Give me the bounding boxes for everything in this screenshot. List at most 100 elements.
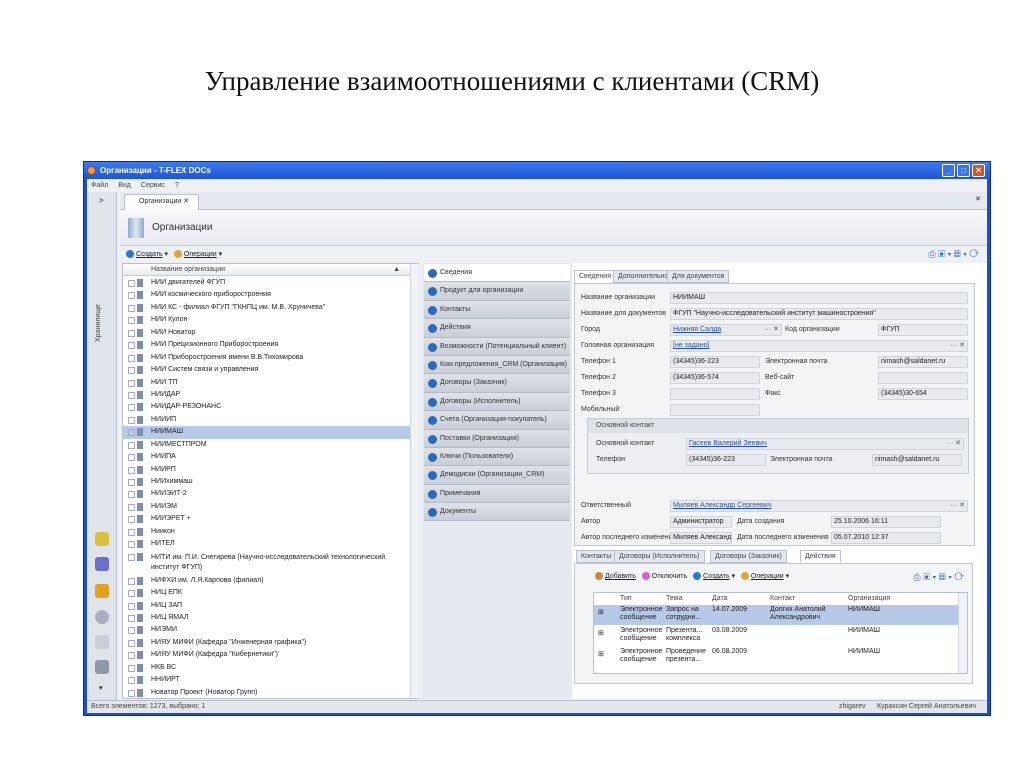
create-action-button[interactable]: Создать: [703, 573, 730, 580]
list-item[interactable]: НИИМЕСТПРОМ: [123, 439, 410, 451]
clear-city-icon[interactable]: ··· ✕: [764, 325, 779, 335]
list-scrollbar[interactable]: [410, 264, 419, 698]
nav-item[interactable]: Счета (Организация-покупатель): [424, 411, 570, 430]
cube-icon[interactable]: [95, 557, 109, 571]
maximize-button[interactable]: □: [957, 164, 970, 177]
gears-icon[interactable]: [95, 610, 109, 624]
parent-field[interactable]: [не задано] ··· ✕: [670, 340, 968, 352]
more-button[interactable]: ▾: [99, 684, 103, 692]
list-item[interactable]: НИИ космического приборостроения: [123, 289, 410, 301]
list-item[interactable]: НИИ Кулон: [123, 314, 410, 326]
grid-row[interactable]: ⊞ Электронное сообщение Проведение презент…: [594, 647, 959, 667]
close-tab-icon[interactable]: ✕: [183, 198, 189, 205]
operations-button[interactable]: Операции: [184, 251, 217, 258]
clear-parent-icon[interactable]: ··· ✕: [950, 341, 965, 351]
list-item[interactable]: НИИПА: [123, 451, 410, 463]
tools-icon[interactable]: [95, 660, 109, 674]
list-item[interactable]: НИИДАР-РЕЗОНАНС: [123, 401, 410, 413]
responsible-field[interactable]: Миляев Александр Сергеевич ··· ✕: [670, 500, 968, 512]
list-item[interactable]: НИИ Приборостроения имени В.В.Тихомирова: [123, 352, 410, 364]
message-icon[interactable]: ⊞: [598, 630, 604, 638]
column-header-name[interactable]: Название организации ▲: [123, 264, 410, 276]
message-icon[interactable]: ⊞: [598, 609, 604, 617]
list-item[interactable]: НИИ Прецизионного Приборостроения: [123, 339, 410, 351]
city-field[interactable]: Нижняя Салда ··· ✕: [670, 324, 782, 336]
clear-contact-icon[interactable]: ··· ✕: [946, 439, 961, 449]
menu-help[interactable]: ?: [175, 182, 179, 189]
list-item[interactable]: НИИ КС - филиал ФГУП "ГКНПЦ им. М.В. Хру…: [123, 302, 410, 314]
list-item[interactable]: НИИМАШ: [123, 426, 410, 439]
phone1-field[interactable]: (34345)36-223: [670, 356, 760, 368]
grid-row[interactable]: ⊞ Электронное сообщение Запрос на сотрудни…: [594, 605, 959, 625]
tab-contracts-executor[interactable]: Договоры (Исполнитель): [614, 550, 705, 563]
list-item[interactable]: НИИ ТП: [123, 377, 410, 389]
nav-item[interactable]: Ключи (Пользователи): [424, 447, 570, 467]
list-item[interactable]: НИЯУ МИФИ (Кафедра "Инженерная графика"): [123, 637, 410, 649]
fax-field[interactable]: (34345)30-654: [878, 388, 968, 400]
box-icon[interactable]: [95, 584, 109, 598]
nav-item[interactable]: Документы: [424, 503, 570, 522]
minimize-button[interactable]: _: [942, 164, 955, 177]
nav-item[interactable]: Контакты: [424, 300, 570, 320]
grid-scrollbar[interactable]: [958, 593, 967, 673]
add-button[interactable]: Добавить: [605, 573, 636, 580]
list-item[interactable]: НКБ ВС: [123, 662, 410, 674]
phone3-field[interactable]: [670, 388, 760, 400]
list-item[interactable]: НИЦ ЕПК: [123, 587, 410, 599]
col-org[interactable]: Организация: [848, 595, 890, 602]
web-field[interactable]: [878, 372, 968, 384]
list-item[interactable]: НИФХИ им. Л.Я.Карпова (филиал): [123, 575, 410, 587]
col-contact[interactable]: Контакт: [770, 595, 795, 602]
list-item[interactable]: НИИ Систем связи и управления: [123, 364, 410, 376]
col-type[interactable]: Тип: [620, 595, 632, 602]
col-date[interactable]: Дата: [712, 595, 728, 602]
grid-row[interactable]: ⊞ Электронное сообщение Презента... компле…: [594, 626, 959, 646]
tab-organizations[interactable]: Организации ✕: [124, 194, 199, 210]
message-icon[interactable]: ⊞: [598, 651, 604, 659]
menu-view[interactable]: Вид: [118, 182, 131, 189]
list-item[interactable]: ННИИРТ: [123, 674, 410, 686]
menu-file[interactable]: Файл: [91, 182, 108, 189]
mobile-field[interactable]: [670, 404, 760, 416]
tab-for-documents[interactable]: Для документов: [667, 270, 730, 283]
tab-contacts[interactable]: Контакты: [576, 550, 617, 563]
col-topic[interactable]: Тема: [666, 595, 682, 602]
list-item[interactable]: НИИ Новатор: [123, 327, 410, 339]
nav-item[interactable]: Возможности (Потенциальный клиент): [424, 337, 570, 356]
list-item[interactable]: Ниикон: [123, 526, 410, 538]
list-item[interactable]: НИЯУ МИФИ (Кафедра "Кибернетики"): [123, 649, 410, 661]
list-item[interactable]: НИЭМИ: [123, 624, 410, 636]
list-item[interactable]: Новатор Проект (Новатор Групп): [123, 687, 410, 699]
tab-actions[interactable]: Действия: [800, 550, 841, 563]
phone2-field[interactable]: (34345)36-574: [670, 372, 760, 384]
code-field[interactable]: ФГУП: [878, 324, 968, 336]
menu-service[interactable]: Сервис: [141, 182, 165, 189]
nav-item[interactable]: Сведения: [424, 264, 570, 283]
expand-pane-button[interactable]: >: [99, 196, 104, 205]
list-item[interactable]: НИТЕЛ: [123, 538, 410, 550]
detach-button[interactable]: Отключить: [652, 573, 687, 580]
clear-responsible-icon[interactable]: ··· ✕: [950, 501, 965, 511]
list-item[interactable]: НИИЭРЕТ +: [123, 513, 410, 525]
nav-item[interactable]: Договоры (Исполнитель): [424, 392, 570, 412]
list-item[interactable]: НИТИ им. П.И. Снегирева (Научно-исследов…: [123, 551, 410, 575]
nav-item[interactable]: Действия: [424, 319, 570, 338]
tab-info[interactable]: Сведения: [574, 270, 616, 283]
list-item[interactable]: НИИЭИТ-2: [123, 488, 410, 500]
contact-phone-field[interactable]: (34345)36-223: [686, 454, 766, 466]
list-item[interactable]: НИИхиммаш: [123, 476, 410, 488]
tab-additional[interactable]: Дополнительно: [613, 270, 674, 283]
list-item[interactable]: НИИДАР: [123, 389, 410, 401]
list-item[interactable]: НИИИП: [123, 414, 410, 426]
close-button[interactable]: ✕: [972, 164, 985, 177]
create-button[interactable]: Создать: [136, 251, 163, 258]
contact-field[interactable]: Гасеев Валерий Зеевич ··· ✕: [686, 438, 964, 450]
list-item[interactable]: НИИРП: [123, 464, 410, 476]
tab-contracts-customer[interactable]: Договоры (Заказчик): [710, 550, 787, 563]
doc-name-field[interactable]: ФГУП "Научно-исследовательский институт …: [670, 308, 968, 320]
operations-action-button[interactable]: Операции: [751, 573, 784, 580]
broom-icon[interactable]: [95, 532, 109, 546]
email-field[interactable]: nimash@saldanet.ru: [878, 356, 968, 368]
contact-email-field[interactable]: nimash@saldanet.ru: [872, 454, 962, 466]
list-item[interactable]: НИЦ ЗАП: [123, 600, 410, 612]
